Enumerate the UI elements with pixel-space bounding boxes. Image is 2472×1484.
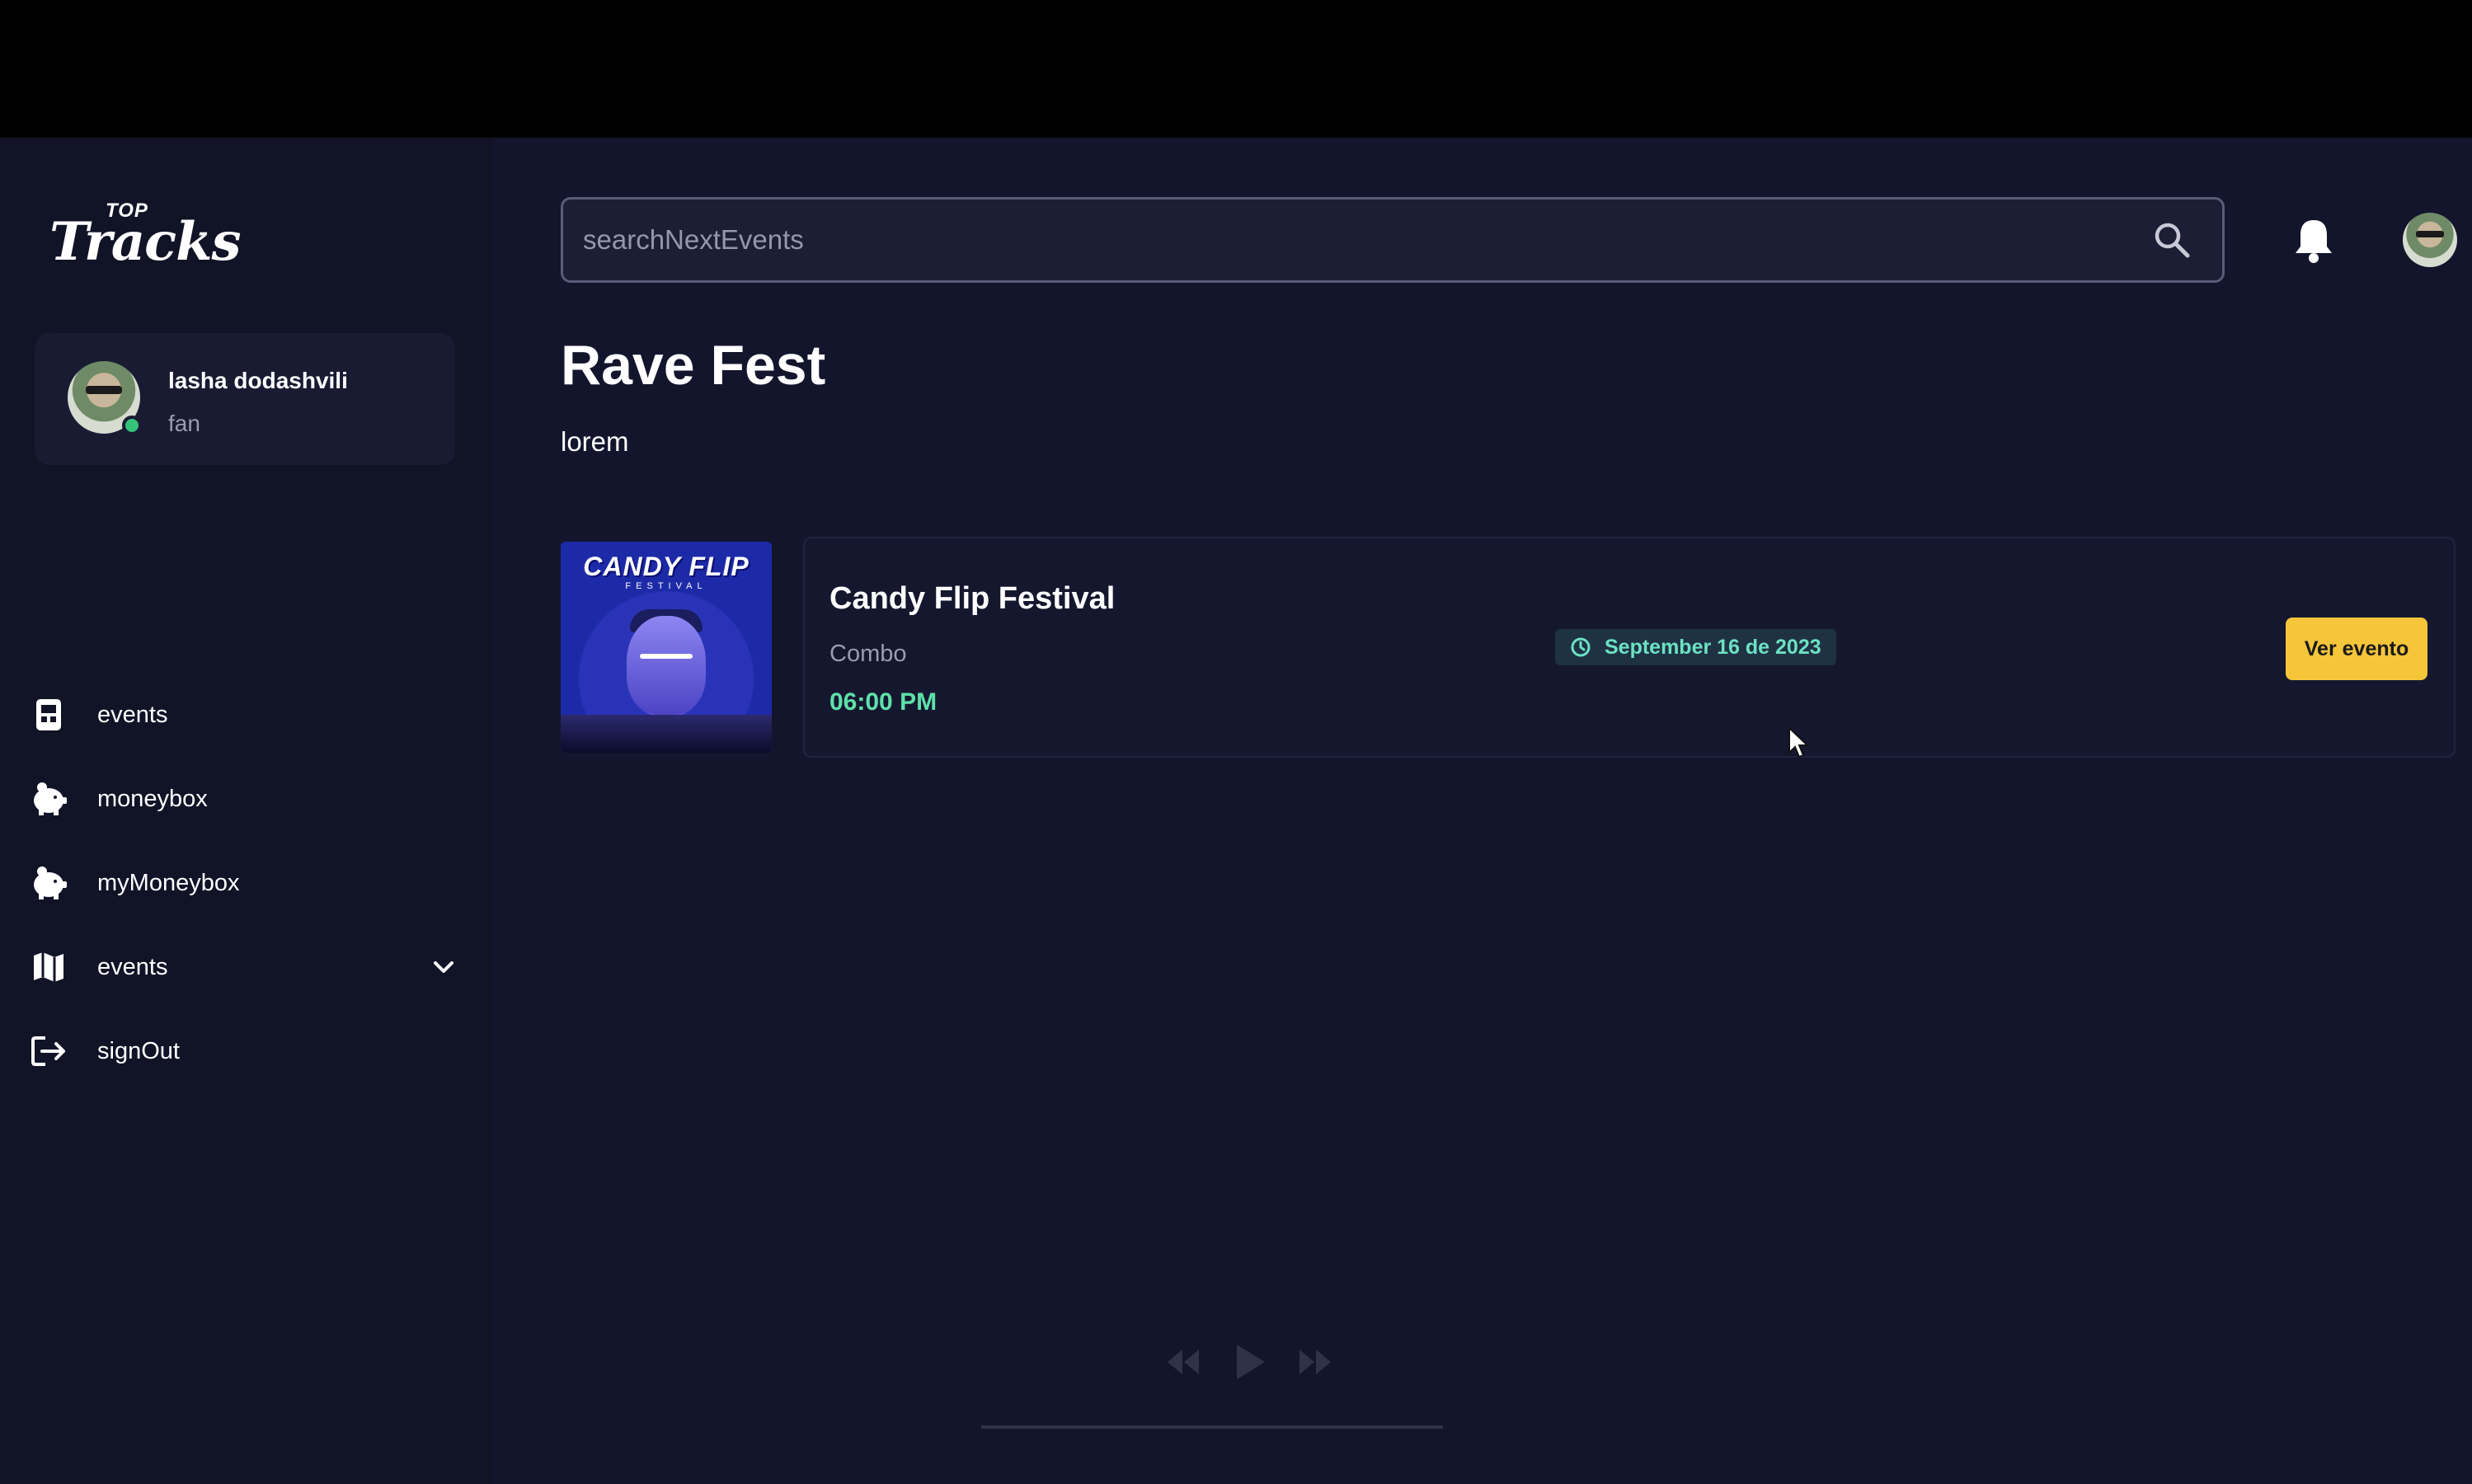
sidebar-item-label: signOut [97, 1037, 180, 1064]
page-subtitle: lorem [561, 426, 629, 457]
app-window: TOP Tracks lasha dodashvili fan events m… [0, 138, 2472, 1484]
sidebar: TOP Tracks lasha dodashvili fan events m… [0, 138, 491, 1484]
thumbnail-title: CANDY FLIP [583, 552, 750, 581]
event-date-badge: September 16 de 2023 [1555, 629, 1836, 665]
bell-icon[interactable] [2292, 217, 2335, 265]
sidebar-item-signout[interactable]: signOut [30, 1026, 458, 1076]
online-status-indicator [122, 416, 142, 435]
top-black-bar [0, 0, 2472, 138]
view-event-button[interactable]: Ver evento [2286, 618, 2427, 680]
sidebar-item-label: events [97, 701, 168, 728]
thumbnail-subtitle: FESTIVAL [625, 581, 707, 591]
event-date-text: September 16 de 2023 [1605, 635, 1821, 659]
calendar-icon [30, 696, 68, 734]
event-time: 06:00 PM [829, 688, 938, 716]
event-name: Candy Flip Festival [829, 581, 1116, 616]
event-type: Combo [829, 641, 907, 667]
user-name: lasha dodashvili [168, 368, 348, 393]
play-icon [1229, 1341, 1270, 1383]
user-role: fan [168, 411, 200, 436]
chevron-down-icon[interactable] [429, 952, 458, 982]
map-icon [30, 948, 68, 986]
logo-main-text: Tracks [49, 211, 241, 273]
piggy-bank-icon [30, 780, 68, 818]
event-thumbnail[interactable]: CANDY FLIP FESTIVAL [561, 542, 772, 753]
sidebar-item-label: events [97, 953, 168, 980]
sidebar-item-mymoneybox[interactable]: myMoneybox [30, 858, 458, 908]
sidebar-item-events[interactable]: events [30, 690, 458, 740]
event-card: Candy Flip Festival Combo 06:00 PM Septe… [803, 537, 2456, 758]
app-logo[interactable]: TOP Tracks [49, 200, 241, 274]
sidebar-item-moneybox[interactable]: moneybox [30, 774, 458, 824]
sidebar-item-events-dropdown[interactable]: events [30, 942, 458, 992]
search-input[interactable] [583, 200, 2150, 280]
sign-out-icon [30, 1032, 68, 1070]
search-icon[interactable] [2153, 221, 2191, 259]
rewind-icon [1163, 1341, 1204, 1383]
search-bar [561, 197, 2225, 283]
piggy-bank-icon [30, 864, 68, 902]
mouse-cursor-icon [1788, 726, 1810, 759]
fast-forward-icon [1295, 1341, 1336, 1383]
user-profile-card[interactable]: lasha dodashvili fan [35, 333, 455, 465]
sidebar-item-label: moneybox [97, 785, 208, 812]
header-avatar[interactable] [2403, 213, 2457, 267]
sidebar-item-label: myMoneybox [97, 869, 240, 896]
clock-icon [1570, 636, 1591, 658]
page-title: Rave Fest [561, 334, 826, 397]
progress-bar [981, 1425, 1443, 1429]
faded-media-player [874, 1325, 1616, 1457]
